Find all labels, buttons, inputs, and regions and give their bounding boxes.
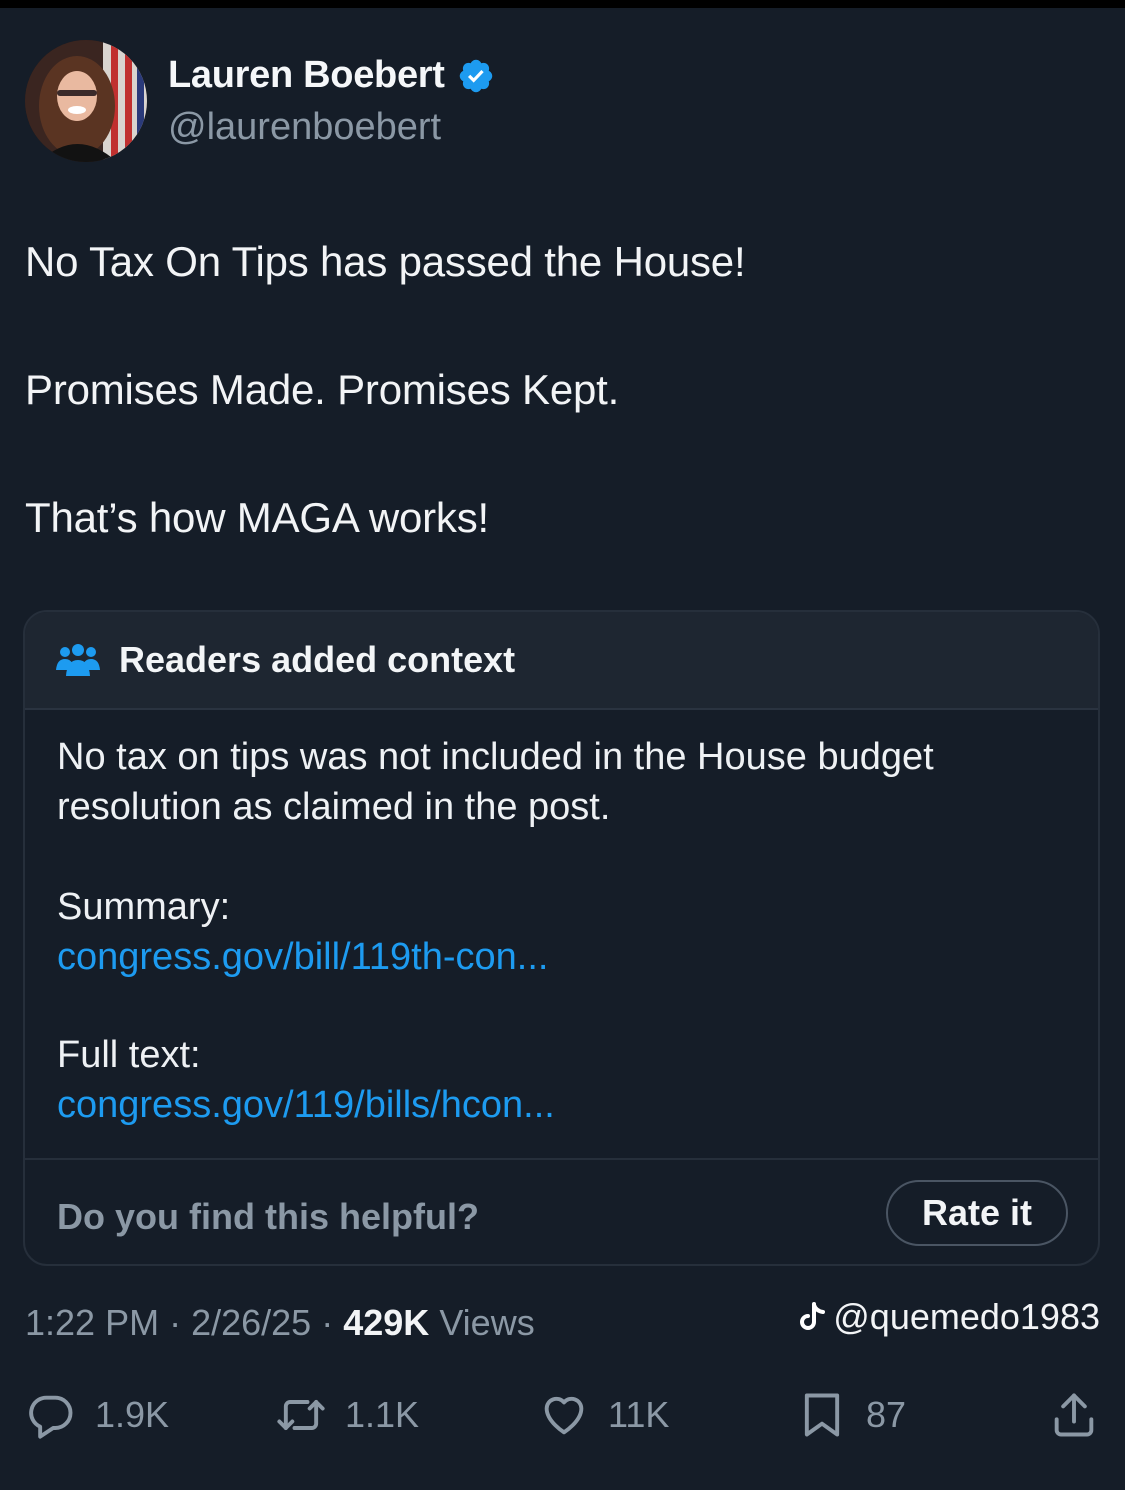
action-bar: 1.9K 1.1K 11K 87 (0, 1385, 1125, 1445)
verified-badge-icon (459, 59, 492, 92)
avatar-image (25, 40, 147, 162)
full-text-label: Full text: (57, 1034, 201, 1076)
repost-count: 1.1K (345, 1394, 420, 1435)
handle[interactable]: @laurenboebert (168, 106, 441, 149)
bookmark-button[interactable]: 87 (796, 1385, 906, 1445)
meta-separator: · (169, 1302, 192, 1343)
like-button[interactable]: 11K (538, 1385, 669, 1445)
views-count: 429K (343, 1302, 430, 1343)
display-name[interactable]: Lauren Boebert (168, 54, 495, 97)
tiktok-icon (800, 1302, 826, 1330)
full-text-link[interactable]: congress.gov/119/bills/hcon... (57, 1080, 1067, 1130)
share-button[interactable] (1048, 1385, 1100, 1445)
reply-button[interactable]: 1.9K (25, 1385, 169, 1445)
top-edge (0, 0, 1125, 8)
share-icon (1054, 1393, 1094, 1437)
watermark: @quemedo1983 (799, 1296, 1100, 1338)
meta-separator: · (321, 1302, 344, 1343)
watermark-text: @quemedo1983 (833, 1296, 1100, 1337)
community-note-text: No tax on tips was not included in the H… (57, 736, 934, 828)
community-note-body: No tax on tips was not included in the H… (57, 732, 1067, 1130)
post-text-line-2: Promises Made. Promises Kept. (25, 366, 620, 413)
heart-icon (544, 1396, 584, 1435)
bookmark-icon (804, 1393, 840, 1437)
reply-icon (29, 1395, 73, 1439)
post-text-line-3: That’s how MAGA works! (25, 494, 489, 541)
display-name-text: Lauren Boebert (168, 54, 445, 96)
avatar[interactable] (25, 40, 147, 162)
summary-label: Summary: (57, 886, 231, 928)
helpful-prompt: Do you find this helpful? (57, 1196, 479, 1237)
rate-it-button[interactable]: Rate it (886, 1180, 1068, 1246)
community-note-header[interactable]: Readers added context (25, 612, 1098, 710)
like-count: 11K (608, 1394, 670, 1435)
reply-count: 1.9K (95, 1394, 170, 1435)
people-icon (56, 644, 100, 676)
views-label: Views (439, 1302, 535, 1343)
repost-icon (277, 1400, 325, 1430)
summary-link[interactable]: congress.gov/bill/119th-con... (57, 932, 1067, 982)
bookmark-count: 87 (866, 1394, 907, 1435)
repost-button[interactable]: 1.1K (275, 1385, 419, 1445)
post-text-line-1: No Tax On Tips has passed the House! (25, 238, 746, 285)
community-note-divider (25, 1158, 1098, 1160)
post-meta: 1:22 PM · 2/26/25 · 429K Views (25, 1302, 535, 1344)
post-date[interactable]: 2/26/25 (191, 1302, 311, 1343)
post-time[interactable]: 1:22 PM (25, 1302, 159, 1343)
community-note: Readers added context No tax on tips was… (23, 610, 1100, 1266)
community-note-title: Readers added context (119, 639, 516, 680)
